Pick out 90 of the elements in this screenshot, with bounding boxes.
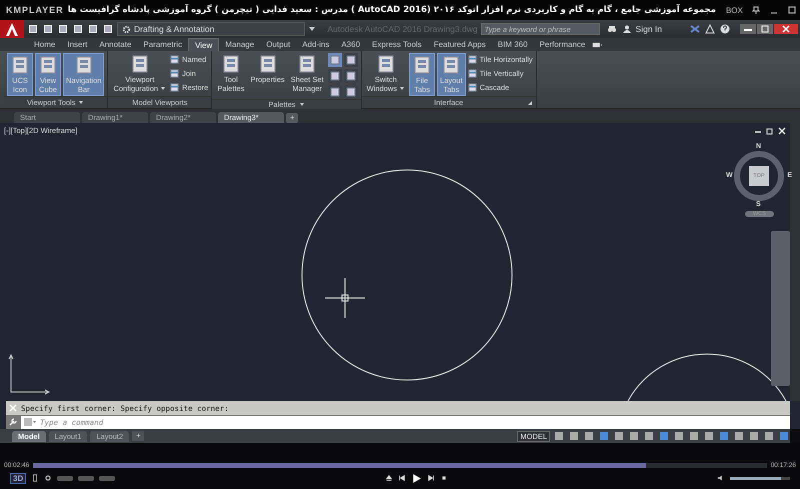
palette-icon[interactable] <box>328 69 342 83</box>
stop-icon[interactable] <box>440 474 448 482</box>
status-toggle-icon[interactable] <box>673 430 685 442</box>
tool-icon <box>130 54 150 74</box>
tool-icon <box>441 55 462 75</box>
app-menu-button[interactable] <box>0 20 24 38</box>
caret-icon[interactable] <box>308 25 316 33</box>
play-icon[interactable] <box>410 472 422 484</box>
window-icon <box>468 82 477 92</box>
codec-badge <box>99 476 116 480</box>
tool-icon <box>297 54 318 74</box>
palette-icon[interactable] <box>328 53 342 67</box>
caret-icon <box>160 86 166 92</box>
wrench-icon[interactable] <box>9 418 17 426</box>
status-toggle-icon[interactable] <box>553 430 565 442</box>
palette-icon[interactable] <box>344 69 358 83</box>
status-toggle-icon[interactable] <box>598 430 610 442</box>
previous-icon[interactable] <box>398 474 406 482</box>
status-toggle-icon[interactable] <box>778 430 790 442</box>
maximize-icon[interactable] <box>757 24 773 34</box>
ribbon-tab[interactable]: View <box>188 38 220 51</box>
palette-icon[interactable] <box>328 85 342 99</box>
tool-icon <box>10 55 30 75</box>
ribbon-tab[interactable]: Featured Apps <box>428 38 492 51</box>
tool-icon <box>220 54 241 74</box>
status-toggle-icon[interactable] <box>703 430 715 442</box>
phone-icon[interactable] <box>31 474 40 482</box>
window-icon <box>170 82 180 92</box>
ribbon-tab[interactable]: Performance <box>534 38 592 51</box>
gear-icon <box>122 24 131 34</box>
ribbon-tab[interactable]: A360 <box>335 38 366 51</box>
viewcube-ring[interactable] <box>734 151 784 201</box>
ribbon-tab[interactable]: Output <box>260 38 296 51</box>
status-toggle-icon[interactable] <box>688 430 700 442</box>
player-logo: KMPLAYER <box>6 5 64 15</box>
status-toggle-icon[interactable] <box>628 430 640 442</box>
arc-shape[interactable] <box>628 354 786 401</box>
caret-icon <box>399 86 406 92</box>
ribbon-tab[interactable]: Express Tools <box>366 38 428 51</box>
ribbon-tab[interactable]: Insert <box>61 38 94 51</box>
tool-icon <box>412 55 432 75</box>
window-icon <box>170 68 180 78</box>
sign-in-link[interactable]: Sign In <box>636 24 662 34</box>
prompt-icon[interactable] <box>24 418 36 426</box>
binoculars-icon[interactable] <box>606 24 617 34</box>
ribbon-tab[interactable]: Manage <box>219 38 260 51</box>
palette-icon[interactable] <box>344 85 358 99</box>
box-label[interactable]: BOX <box>726 6 743 14</box>
window-icon <box>468 54 477 64</box>
video-title: مجموعه آموزشی جامع ، گام به گام و کاربردی نرم افزار اتوکد ۲۰۱۶ (2016 AutoCAD ) مدرس : سعید فدایی ( تیچرمن ) گروه آموزشی پادشاه گرافیست ها <box>68 5 716 15</box>
window-icon <box>468 68 477 78</box>
eject-icon[interactable] <box>384 474 393 482</box>
ribbon-tab[interactable]: Annotate <box>93 38 138 51</box>
maximize-icon[interactable] <box>786 5 797 15</box>
status-toggle-icon[interactable] <box>763 430 775 442</box>
status-toggle-icon[interactable] <box>718 430 730 442</box>
restore-icon[interactable] <box>766 127 774 135</box>
workspace-dropdown[interactable]: Drafting & Annotation <box>117 22 306 36</box>
ucs-axes-icon <box>8 354 50 394</box>
help-icon[interactable] <box>720 24 730 34</box>
next-icon[interactable] <box>426 474 435 482</box>
status-toggle-icon[interactable] <box>748 430 760 442</box>
status-toggle-icon[interactable] <box>643 430 655 442</box>
minimize-icon[interactable] <box>740 24 756 34</box>
status-toggle-icon[interactable] <box>568 430 580 442</box>
status-toggle-icon[interactable] <box>613 430 625 442</box>
window-icon <box>170 54 180 64</box>
caret-icon <box>78 100 84 106</box>
tool-icon <box>258 54 278 74</box>
close-icon[interactable] <box>778 127 786 135</box>
seek-bar[interactable] <box>33 463 767 468</box>
status-toggle-icon[interactable] <box>658 430 670 442</box>
user-icon <box>622 24 632 34</box>
ribbon-tab[interactable]: BIM 360 <box>492 38 534 51</box>
panel-launcher-icon[interactable] <box>526 100 533 106</box>
status-toggle-icon[interactable] <box>733 430 745 442</box>
gear-icon[interactable] <box>44 474 52 482</box>
crosshair-cursor <box>324 278 366 318</box>
codec-badge <box>57 476 74 480</box>
status-toggle-icon[interactable] <box>583 430 595 442</box>
palette-icon[interactable] <box>344 53 358 67</box>
tool-icon <box>74 55 94 75</box>
codec-badge <box>78 476 94 480</box>
tool-icon <box>376 54 396 74</box>
ribbon-tab[interactable]: Home <box>28 38 62 51</box>
pin-icon[interactable] <box>750 5 761 15</box>
tool-icon <box>38 55 58 75</box>
ribbon-tab[interactable]: Add-ins <box>296 38 336 51</box>
ribbon-tab[interactable]: Parametric <box>137 38 188 51</box>
3d-button[interactable]: 3D <box>10 472 26 484</box>
